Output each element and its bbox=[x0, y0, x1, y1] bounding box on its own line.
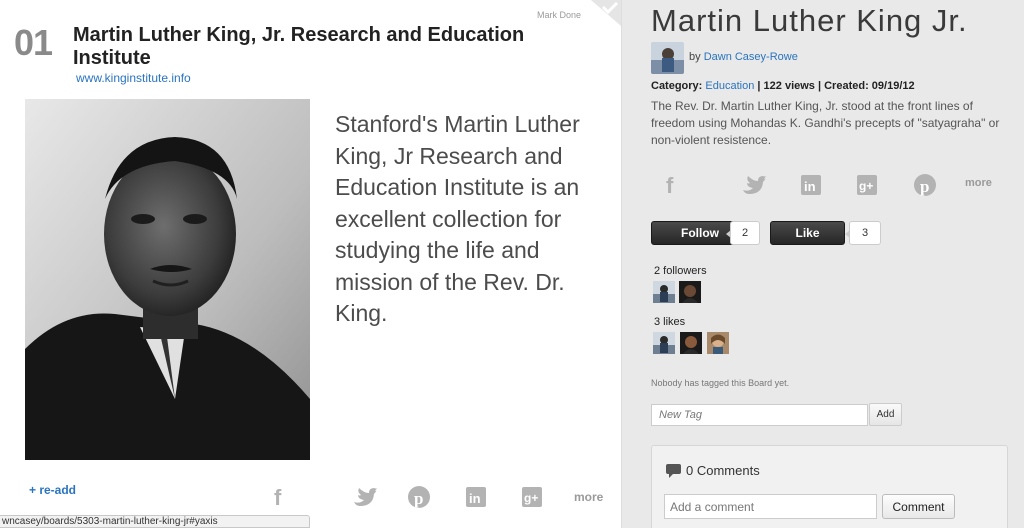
facebook-icon: f bbox=[666, 173, 674, 198]
mlk-portrait-image bbox=[25, 99, 310, 460]
comments-count: 0 Comments bbox=[686, 463, 760, 478]
linkedin-icon: in bbox=[801, 175, 821, 195]
panel-share-more[interactable]: more bbox=[965, 177, 992, 189]
board-info-panel: Martin Luther King Jr. by Dawn Casey-Row… bbox=[623, 0, 1024, 528]
likes-label: 3 likes bbox=[654, 316, 686, 328]
category-label: Category: bbox=[651, 80, 703, 92]
follower-avatar[interactable] bbox=[653, 281, 675, 303]
svg-text:in: in bbox=[469, 491, 481, 506]
card-share-more[interactable]: more bbox=[574, 484, 603, 510]
linkedin-icon: in bbox=[466, 487, 486, 507]
author-avatar[interactable] bbox=[651, 42, 684, 74]
board-meta: Category: Education | 122 views | Create… bbox=[651, 80, 915, 92]
svg-text:in: in bbox=[804, 179, 816, 194]
svg-text:p: p bbox=[414, 489, 423, 508]
comment-input[interactable] bbox=[664, 494, 877, 519]
card-twitter-share[interactable] bbox=[350, 484, 378, 510]
pinterest-icon: p bbox=[914, 174, 936, 196]
pinterest-icon: p bbox=[408, 486, 430, 508]
category-link[interactable]: Education bbox=[705, 80, 754, 92]
like-button[interactable]: Like bbox=[770, 221, 845, 245]
follower-avatar[interactable] bbox=[679, 281, 701, 303]
card-url-link[interactable]: www.kinginstitute.info bbox=[76, 71, 191, 85]
board-title: Martin Luther King Jr. bbox=[651, 3, 968, 38]
svg-text:f: f bbox=[274, 485, 282, 510]
created-date: | Created: 09/19/12 bbox=[817, 80, 915, 92]
comment-bubble-icon bbox=[666, 463, 681, 478]
no-tags-message: Nobody has tagged this Board yet. bbox=[651, 378, 790, 388]
follow-count: 2 bbox=[726, 221, 760, 245]
svg-text:g+: g+ bbox=[524, 491, 538, 505]
panel-google-plus-share[interactable]: g+ bbox=[852, 172, 882, 198]
svg-text:f: f bbox=[666, 173, 674, 198]
readd-button[interactable]: + re-add bbox=[29, 483, 76, 497]
browser-status-bar: wncasey/boards/5303-martin-luther-king-j… bbox=[0, 515, 310, 528]
panel-linkedin-share[interactable]: in bbox=[796, 172, 826, 198]
mark-done-button[interactable]: Mark Done bbox=[537, 10, 581, 20]
comments-section: 0 Comments Comment bbox=[651, 445, 1008, 528]
views-count: | 122 views bbox=[757, 80, 815, 92]
add-tag-button[interactable]: Add bbox=[869, 403, 902, 426]
svg-text:g+: g+ bbox=[859, 179, 873, 193]
card-quote: Stanford's Martin Luther King, Jr Resear… bbox=[335, 111, 580, 326]
facebook-icon: f bbox=[274, 485, 282, 510]
check-corner-icon[interactable] bbox=[591, 0, 621, 26]
twitter-icon bbox=[354, 488, 377, 506]
google-plus-icon: g+ bbox=[857, 175, 877, 195]
svg-text:p: p bbox=[920, 177, 929, 196]
card-pinterest-share[interactable]: p bbox=[405, 484, 433, 510]
panel-facebook-share[interactable]: f bbox=[656, 172, 686, 198]
panel-twitter-share[interactable] bbox=[738, 172, 768, 198]
card-facebook-share[interactable]: f bbox=[265, 484, 293, 510]
comments-header: 0 Comments bbox=[666, 463, 760, 478]
twitter-icon bbox=[743, 176, 766, 194]
liker-avatar[interactable] bbox=[707, 332, 729, 354]
comment-button[interactable]: Comment bbox=[882, 494, 955, 519]
resource-card: 01 Martin Luther King, Jr. Research and … bbox=[0, 0, 622, 528]
byline-by-label: by bbox=[689, 51, 701, 63]
google-plus-icon: g+ bbox=[522, 487, 542, 507]
like-count: 3 bbox=[845, 221, 881, 245]
board-description: The Rev. Dr. Martin Luther King, Jr. sto… bbox=[651, 99, 1000, 147]
liker-avatar[interactable] bbox=[653, 332, 675, 354]
panel-pinterest-share[interactable]: p bbox=[910, 172, 940, 198]
card-share-more-label: more bbox=[574, 490, 604, 504]
byline: by Dawn Casey-Rowe bbox=[689, 51, 798, 63]
card-linkedin-share[interactable]: in bbox=[462, 484, 490, 510]
followers-label: 2 followers bbox=[654, 265, 707, 277]
card-number: 01 bbox=[14, 22, 53, 63]
new-tag-input[interactable] bbox=[651, 404, 868, 426]
card-title[interactable]: Martin Luther King, Jr. Research and Edu… bbox=[73, 24, 543, 70]
card-google-plus-share[interactable]: g+ bbox=[518, 484, 546, 510]
author-link[interactable]: Dawn Casey-Rowe bbox=[704, 51, 798, 63]
liker-avatar[interactable] bbox=[680, 332, 702, 354]
